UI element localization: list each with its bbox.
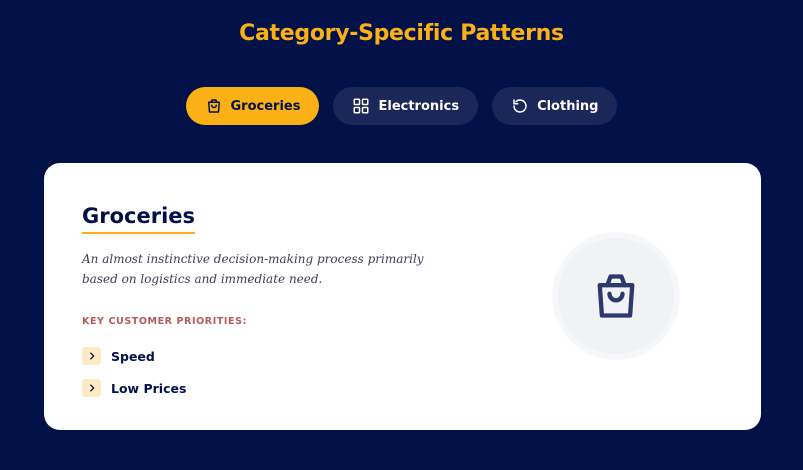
chevron-right-icon — [82, 347, 101, 365]
category-card: Groceries An almost instinctive decision… — [44, 163, 761, 430]
page: Category-Specific Patterns Groceries Ele… — [0, 0, 803, 470]
tab-groceries[interactable]: Groceries — [185, 87, 320, 125]
card-description: An almost instinctive decision-making pr… — [82, 252, 424, 286]
grid-icon — [352, 97, 370, 115]
tab-clothing[interactable]: Clothing — [492, 87, 618, 125]
priorities-heading: KEY CUSTOMER PRIORITIES: — [82, 316, 247, 327]
tab-label: Clothing — [537, 98, 599, 114]
priority-label: Speed — [111, 348, 155, 364]
tab-label: Groceries — [230, 98, 301, 114]
shopping-bag-icon — [597, 274, 635, 318]
priorities-list: Speed Low Prices — [82, 340, 186, 404]
tab-label: Electronics — [378, 98, 460, 114]
list-item: Low Prices — [82, 372, 186, 404]
tab-electronics[interactable]: Electronics — [333, 87, 479, 125]
refresh-icon — [511, 97, 529, 115]
shopping-bag-icon — [205, 97, 223, 115]
priority-label: Low Prices — [111, 380, 187, 396]
page-title: Category-Specific Patterns — [239, 21, 564, 46]
chevron-right-icon — [82, 379, 101, 397]
category-tabs: Groceries Electronics Clothing — [0, 87, 803, 125]
hero-icon-inner — [558, 238, 674, 354]
card-title: Groceries — [82, 203, 196, 234]
hero-icon-circle — [552, 232, 680, 360]
list-item: Speed — [82, 340, 186, 372]
